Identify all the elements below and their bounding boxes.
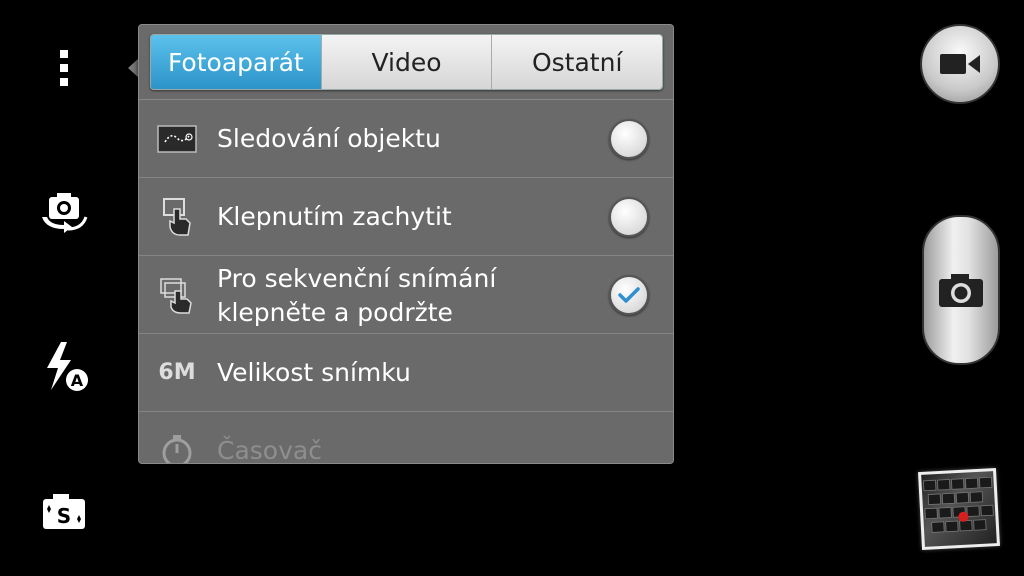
settings-popup: Fotoaparát Video Ostatní Sledování objek… — [138, 24, 674, 464]
mode-badge: S — [57, 504, 71, 528]
setting-label-line2: klepněte a podržte — [217, 298, 453, 327]
thumbnail-image — [921, 471, 997, 547]
touch-capture-checkbox[interactable] — [609, 196, 649, 237]
menu-button[interactable] — [34, 38, 94, 98]
tab-video[interactable]: Video — [320, 35, 492, 89]
gallery-thumbnail[interactable] — [918, 468, 1000, 550]
resolution-icon-text: 6M — [158, 360, 196, 385]
resolution-icon: 6M — [156, 352, 198, 394]
flash-button[interactable]: A — [34, 336, 94, 396]
more-vertical-icon — [60, 50, 68, 86]
setting-label: Klepnutím zachytit — [217, 201, 452, 231]
setting-burst-shot[interactable]: Pro sekvenční snímání klepněte a podržte — [139, 256, 673, 334]
tab-fotoaparat[interactable]: Fotoaparát — [151, 35, 321, 89]
touch-capture-icon — [156, 196, 198, 238]
setting-label-line1: Pro sekvenční snímání — [217, 264, 497, 293]
shooting-mode-s-icon: S — [43, 494, 85, 529]
switch-camera-button[interactable] — [34, 182, 94, 242]
shutter-button[interactable] — [922, 215, 1000, 365]
camera-icon — [939, 274, 983, 307]
shooting-mode-button[interactable]: S — [34, 482, 94, 542]
object-tracking-checkbox[interactable] — [609, 118, 649, 159]
burst-shot-icon — [156, 274, 198, 316]
video-camera-icon — [940, 54, 980, 74]
object-tracking-icon — [156, 118, 198, 160]
setting-timer[interactable]: Časovač — [139, 412, 673, 464]
burst-shot-checkbox[interactable] — [609, 274, 649, 315]
record-video-button[interactable] — [920, 24, 1000, 104]
setting-label: Časovač — [217, 435, 322, 464]
flash-badge: A — [71, 371, 84, 390]
timer-icon — [156, 430, 198, 463]
setting-label: Sledování objektu — [217, 123, 441, 153]
camera-switch-icon — [42, 193, 88, 233]
setting-label: Pro sekvenční snímání klepněte a podržte — [217, 262, 496, 330]
setting-label: Velikost snímku — [217, 357, 411, 387]
settings-list: Sledování objektu Klepnutím zachytit Pro… — [139, 100, 673, 464]
tab-ostatni[interactable]: Ostatní — [491, 35, 662, 89]
setting-object-tracking[interactable]: Sledování objektu — [139, 100, 673, 178]
checkmark-icon — [618, 286, 640, 303]
flash-auto-icon: A — [47, 342, 88, 391]
setting-touch-capture[interactable]: Klepnutím zachytit — [139, 178, 673, 256]
settings-tabs: Fotoaparát Video Ostatní — [150, 34, 663, 90]
setting-photo-size[interactable]: 6M Velikost snímku — [139, 334, 673, 412]
